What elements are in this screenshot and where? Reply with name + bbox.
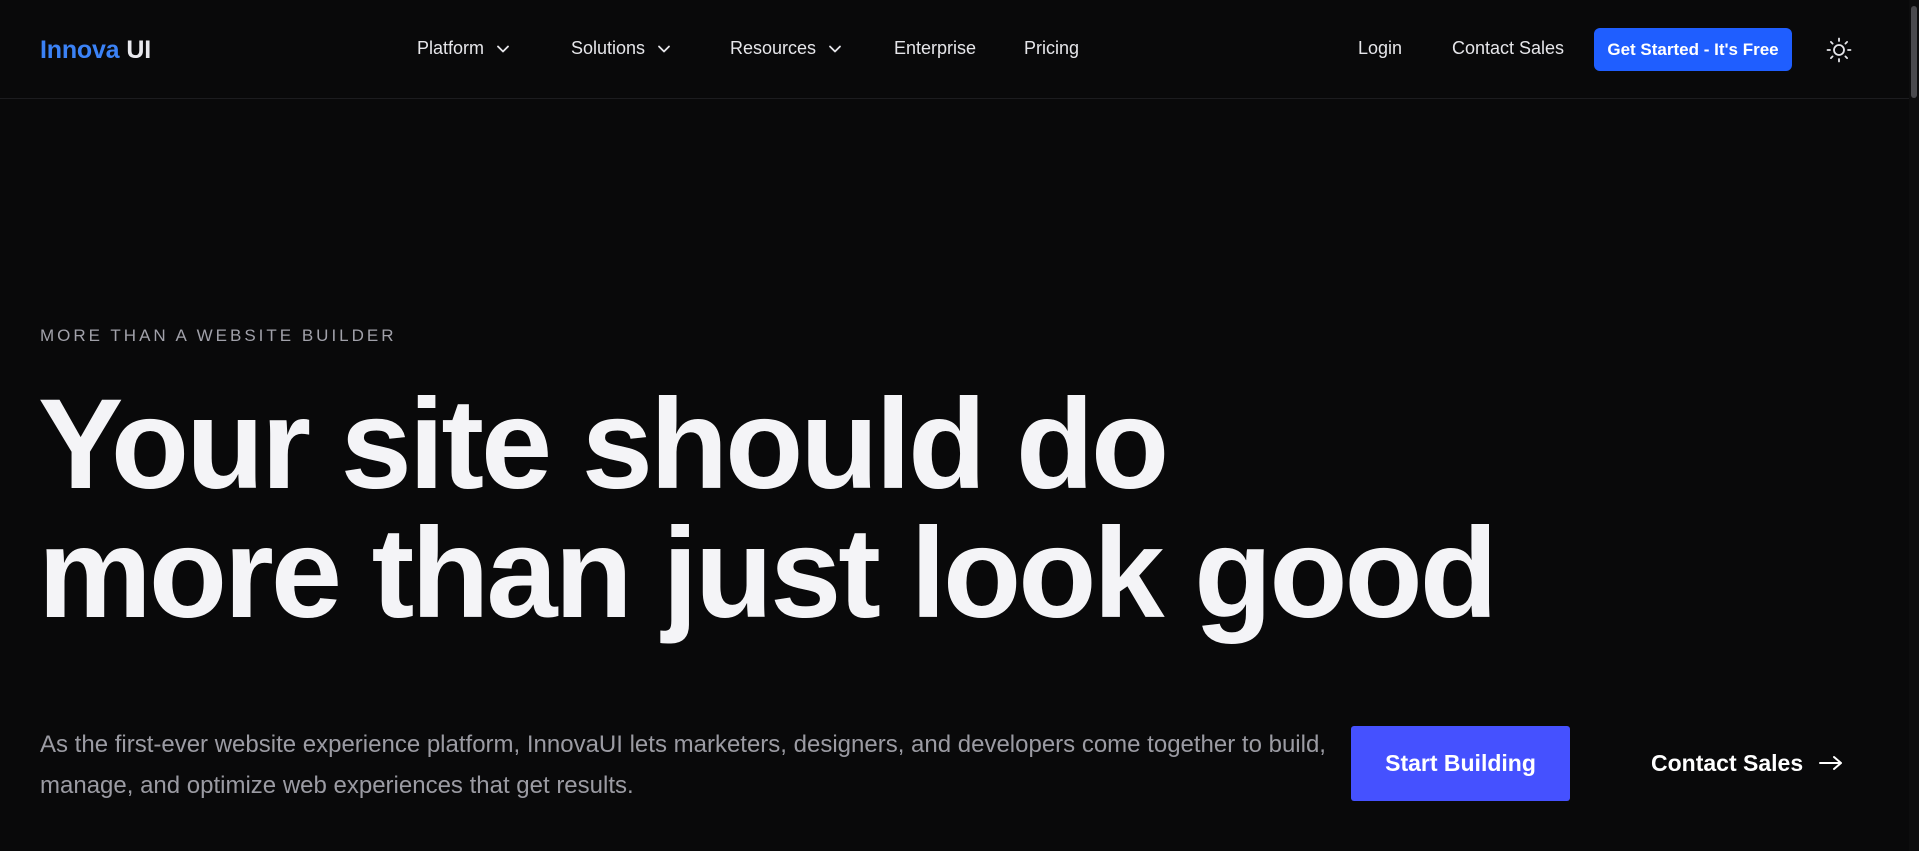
hero-description: As the first-ever website experience pla… xyxy=(40,731,1326,799)
menu-item-label: Enterprise xyxy=(894,38,977,58)
arrow-right-icon xyxy=(1819,756,1843,770)
page: Innova UI Platform Solutions Resources En… xyxy=(0,0,1919,851)
get-started-button[interactable]: Get Started - It's Free xyxy=(1594,28,1792,71)
menu-item-platform[interactable]: Platform xyxy=(417,38,510,59)
chevron-down-icon xyxy=(497,45,509,52)
chevron-down-icon xyxy=(658,45,670,52)
menu-item-label: Pricing xyxy=(1024,38,1080,58)
sun-icon xyxy=(1826,37,1852,63)
hero-eyebrow: MORE THAN A WEBSITE BUILDER xyxy=(40,326,397,345)
menu-item-resources[interactable]: Resources xyxy=(730,38,842,59)
menu-item-enterprise[interactable]: Enterprise xyxy=(894,38,976,59)
scrollbar[interactable] xyxy=(1909,0,1919,851)
menu-item-label: Platform xyxy=(417,38,485,58)
menu-item-pricing[interactable]: Pricing xyxy=(1024,38,1079,59)
login-link[interactable]: Login xyxy=(1358,38,1402,59)
headline-line-1: Your site should do xyxy=(38,373,1169,516)
chevron-down-icon xyxy=(829,45,841,52)
top-navigation: Innova UI Platform Solutions Resources En… xyxy=(0,0,1909,99)
scrollbar-thumb[interactable] xyxy=(1911,6,1917,98)
contact-sales-link[interactable]: Contact Sales xyxy=(1452,38,1564,59)
logo-brand: Innova xyxy=(40,36,120,64)
contact-sales-label: Contact Sales xyxy=(1651,749,1804,776)
contact-sales-button[interactable]: Contact Sales xyxy=(1651,748,1843,778)
start-building-button[interactable]: Start Building xyxy=(1351,726,1570,801)
theme-toggle-button[interactable] xyxy=(1824,35,1854,65)
menu-item-label: Resources xyxy=(730,38,817,58)
headline-line-2: more than just look good xyxy=(38,502,1498,645)
logo-suffix: UI xyxy=(126,36,151,64)
logo[interactable]: Innova UI xyxy=(40,36,151,65)
menu-item-label: Solutions xyxy=(571,38,646,58)
hero-headline: Your site should do more than just look … xyxy=(38,373,1498,645)
menu-item-solutions[interactable]: Solutions xyxy=(571,38,671,59)
